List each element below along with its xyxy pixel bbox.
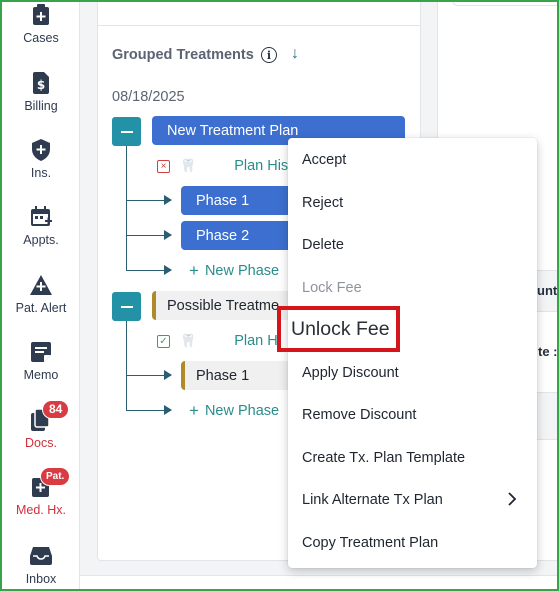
svg-text:$: $ — [37, 78, 45, 92]
section-title: Grouped Treatments — [112, 47, 254, 63]
accepted-status-icon: ✓ — [157, 334, 170, 348]
tree-connector — [126, 146, 127, 270]
tree-arrow-icon — [164, 230, 172, 240]
new-phase-button[interactable]: + New Phase — [189, 401, 279, 421]
plan-history-link[interactable]: Plan His — [234, 158, 288, 174]
rejected-status-icon: × — [157, 159, 170, 173]
right-panel-header — [452, 0, 559, 6]
chevron-right-icon — [507, 492, 517, 510]
plus-icon: + — [189, 261, 199, 280]
tree-connector — [126, 321, 127, 410]
tree-arrow-icon — [164, 265, 172, 275]
phase-label: Phase 1 — [196, 367, 250, 384]
phase-label: Phase 2 — [196, 227, 250, 244]
menu-item-delete[interactable]: Delete — [302, 237, 344, 253]
bottom-bar — [80, 575, 559, 591]
nav-cases-label: Cases — [23, 31, 59, 45]
medical-history-badge: Pat. — [40, 467, 71, 486]
tooth-icon: 🦷 — [180, 158, 197, 173]
nav-memo-label: Memo — [23, 368, 59, 382]
phase-bar[interactable]: Phase 1 — [181, 361, 301, 390]
documents-icon: 84 — [30, 400, 70, 431]
collapse-plan-button[interactable] — [112, 292, 141, 321]
nav-billing[interactable]: $ Billing — [2, 72, 80, 113]
treatment-plan-name: New Treatment Plan — [167, 122, 299, 139]
plan-history-row: × 🦷 Plan His — [157, 158, 288, 174]
new-phase-label: New Phase — [204, 263, 280, 279]
nav-inbox-label: Inbox — [25, 572, 57, 586]
documents-badge: 84 — [42, 400, 70, 419]
nav-appointments-label: Appts. — [23, 233, 59, 247]
memo-icon — [30, 341, 52, 363]
phase-label: Phase 1 — [196, 192, 250, 209]
nav-patient-alert-label: Pat. Alert — [15, 301, 67, 315]
menu-item-lock-fee: Lock Fee — [302, 280, 362, 296]
clipboard-plus-icon — [30, 4, 52, 26]
new-phase-button[interactable]: + New Phase — [189, 261, 279, 281]
treatment-plan-name: Possible Treatme — [167, 297, 280, 314]
warning-plus-icon — [30, 274, 52, 296]
menu-item-remove-discount[interactable]: Remove Discount — [302, 407, 416, 423]
menu-item-copy-plan[interactable]: Copy Treatment Plan — [302, 535, 438, 551]
nav-patient-alert[interactable]: Pat. Alert — [2, 274, 80, 315]
inbox-icon — [30, 545, 52, 567]
menu-item-accept[interactable]: Accept — [302, 152, 346, 168]
plus-icon: + — [189, 401, 199, 420]
right-fragment-1: unts — [537, 283, 559, 298]
nav-inbox[interactable]: Inbox — [2, 545, 80, 586]
new-phase-label: New Phase — [204, 403, 280, 419]
dollar-file-icon: $ — [30, 72, 52, 94]
tree-arrow-icon — [164, 405, 172, 415]
nav-memo[interactable]: Memo — [2, 341, 80, 382]
medical-history-icon: Pat. — [30, 467, 71, 498]
nav-documents-label: Docs. — [25, 436, 57, 450]
nav-medical-history-label: Med. Hx. — [15, 503, 66, 517]
nav-insurance-label: Ins. — [30, 166, 52, 180]
phase-bar[interactable]: Phase 1 — [181, 186, 301, 215]
nav-documents[interactable]: 84 Docs. — [2, 400, 80, 450]
nav-billing-label: Billing — [24, 99, 58, 113]
menu-item-link-alternate[interactable]: Link Alternate Tx Plan — [302, 492, 443, 508]
nav-cases[interactable]: Cases — [2, 4, 80, 45]
menu-item-apply-discount[interactable]: Apply Discount — [302, 365, 399, 381]
nav-medical-history[interactable]: Pat. Med. Hx. — [2, 467, 80, 517]
plan-date: 08/18/2025 — [112, 89, 185, 105]
tree-arrow-icon — [164, 370, 172, 380]
calendar-plus-icon — [30, 206, 52, 228]
menu-item-unlock-fee[interactable]: Unlock Fee — [277, 306, 400, 352]
shield-plus-icon — [30, 139, 52, 161]
phase-bar[interactable]: Phase 2 — [181, 221, 301, 250]
tree-arrow-icon — [164, 195, 172, 205]
sort-arrow-down-icon[interactable]: ↓ — [291, 45, 299, 63]
tooth-icon: 🦷 — [180, 333, 197, 348]
context-menu: Accept Reject Delete Lock Fee Unlock Fee… — [277, 138, 537, 568]
menu-item-create-template[interactable]: Create Tx. Plan Template — [302, 450, 465, 466]
right-fragment-2: te : — [538, 344, 558, 359]
nav-appointments[interactable]: Appts. — [2, 206, 80, 247]
panel-top-strip — [97, 0, 421, 26]
left-sidebar: Cases $ Billing Ins. Appts. Pat. Alert M… — [2, 2, 80, 589]
collapse-plan-button[interactable] — [112, 117, 141, 146]
menu-item-reject[interactable]: Reject — [302, 195, 343, 211]
plan-history-link[interactable]: Plan H — [234, 333, 278, 349]
info-icon[interactable]: i — [261, 47, 277, 63]
nav-insurance[interactable]: Ins. — [2, 139, 80, 180]
plan-history-row: ✓ 🦷 Plan H — [157, 333, 278, 349]
